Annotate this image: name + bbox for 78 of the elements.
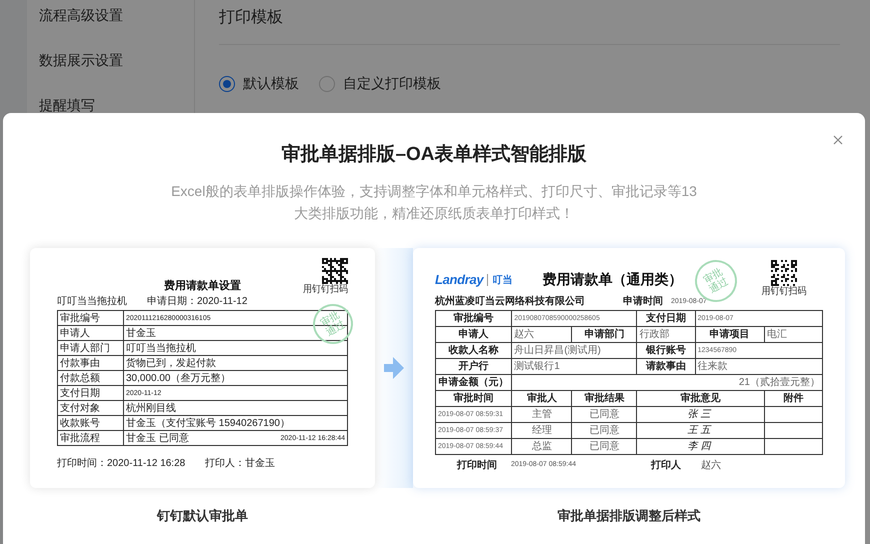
qr-code-icon bbox=[322, 258, 348, 284]
table-cell: 审批结果 bbox=[572, 390, 637, 406]
table-cell: 银行账号 bbox=[636, 342, 696, 358]
table-cell: 总监 bbox=[512, 438, 572, 454]
table-cell: 支付日期 bbox=[58, 386, 124, 400]
table-cell: 审批人 bbox=[512, 390, 572, 406]
table-cell: 收款账号 bbox=[58, 416, 124, 430]
modal-description: Excel般的表单排版操作体验，支持调整字体和单元格样式、打印尺寸、审批记录等13大类排版功能，精准还原纸质表单打印样式！ bbox=[170, 182, 698, 223]
printer: 赵六 bbox=[701, 458, 721, 473]
table-cell: 舟山日昇昌(测试用) bbox=[512, 342, 637, 358]
table-cell: 申请金额（元） bbox=[436, 374, 512, 390]
apply-date: 申请日期：2020-11-12 bbox=[147, 296, 248, 308]
table-cell: 审批编号 bbox=[436, 310, 512, 326]
form-title: 费用请款单（通用类） bbox=[542, 271, 682, 290]
table-cell: 申请项目 bbox=[695, 326, 764, 342]
company-name: 杭州蓝凌叮当云网络科技有限公司 bbox=[435, 296, 585, 308]
table-cell: 甘金玉 已同意 bbox=[126, 432, 189, 444]
table-cell: 主管 bbox=[512, 406, 572, 422]
sidebar-item[interactable]: 流程高级设置 bbox=[39, 4, 194, 26]
table-cell: 电汇 bbox=[764, 326, 822, 342]
form-org: 叮叮当当拖拉机 bbox=[57, 296, 127, 308]
section-title: 打印模板 bbox=[219, 8, 283, 28]
print-time: 打印时间：2020-11-12 16:28 bbox=[57, 456, 186, 471]
table-cell: 经理 bbox=[512, 422, 572, 438]
qr-caption: 用钉钉扫码 bbox=[303, 284, 348, 295]
radio-option[interactable]: 默认模板 bbox=[219, 73, 299, 94]
table-cell: 测试银行1 bbox=[512, 358, 637, 374]
table-cell: 支付对象 bbox=[58, 400, 124, 416]
table-cell: 21（贰拾壹元整） bbox=[512, 374, 822, 390]
brand-name: 叮当 bbox=[492, 274, 512, 288]
table-cell: 收款人名称 bbox=[436, 342, 512, 358]
sidebar-item[interactable]: 数据展示设置 bbox=[39, 49, 194, 71]
table-cell: 申请人 bbox=[436, 326, 512, 342]
brand-logo: Landray bbox=[435, 271, 484, 290]
form-title: 费用请款单设置 bbox=[164, 278, 241, 294]
table-cell: 叮叮当当拖拉机 bbox=[124, 340, 348, 356]
table-cell: 申请人 bbox=[58, 326, 124, 340]
table-cell: 30,000.00（叁万元整） bbox=[124, 370, 348, 386]
print-time-label: 打印时间 bbox=[457, 458, 498, 473]
arrow-right-icon bbox=[384, 357, 404, 379]
table-cell: 申请人部门 bbox=[58, 340, 124, 356]
printer-label: 打印人 bbox=[651, 458, 682, 473]
qr-code-icon bbox=[771, 260, 797, 286]
table-cell: 开户行 bbox=[436, 358, 512, 374]
table-cell: 杭州刚目线 bbox=[124, 400, 348, 416]
table-cell: 已同意 bbox=[572, 422, 637, 438]
table-cell: 甘金玉（支付宝账号 15940267190） bbox=[124, 416, 348, 430]
table-cell: 李四 bbox=[636, 438, 764, 454]
table-cell: 付款总额 bbox=[58, 370, 124, 386]
table-cell: 审批时间 bbox=[436, 390, 512, 406]
image-caption: 审批单据排版调整后样式 bbox=[558, 507, 700, 525]
sidebar-item[interactable]: 提醒填写 bbox=[39, 94, 194, 116]
modal-title: 审批单据排版–OA表单样式智能排版 bbox=[281, 142, 587, 167]
table-cell: 申请部门 bbox=[572, 326, 637, 342]
table-cell: 请款事由 bbox=[636, 358, 696, 374]
printer: 打印人：甘金玉 bbox=[205, 456, 276, 471]
table-cell: 审批意见 bbox=[636, 390, 764, 406]
table-cell: 付款事由 bbox=[58, 356, 124, 370]
radio-button[interactable] bbox=[319, 76, 335, 92]
apply-time-label: 申请时间 bbox=[623, 296, 664, 308]
close-button[interactable] bbox=[831, 133, 845, 147]
table-cell: 货物已到，发起付款 bbox=[124, 356, 348, 370]
table-cell: 行政部 bbox=[636, 326, 696, 342]
close-icon bbox=[833, 135, 843, 145]
table-cell: 附件 bbox=[764, 390, 822, 406]
table-cell: 赵六 bbox=[512, 326, 572, 342]
qr-caption: 用钉钉扫码 bbox=[762, 286, 806, 297]
radio-option[interactable]: 自定义打印模板 bbox=[319, 73, 441, 94]
table-cell: 王五 bbox=[636, 422, 764, 438]
image-caption: 钉钉默认审批单 bbox=[157, 507, 248, 525]
table-cell: 已同意 bbox=[572, 438, 637, 454]
table-cell: 审批流程 bbox=[58, 430, 124, 446]
table-cell: 审批编号 bbox=[58, 310, 124, 326]
table-cell: 已同意 bbox=[572, 406, 637, 422]
table-cell: 支付日期 bbox=[636, 310, 696, 326]
table-cell: 往来款 bbox=[695, 358, 822, 374]
radio-button[interactable] bbox=[219, 76, 235, 92]
table-cell: 张三 bbox=[636, 406, 764, 422]
